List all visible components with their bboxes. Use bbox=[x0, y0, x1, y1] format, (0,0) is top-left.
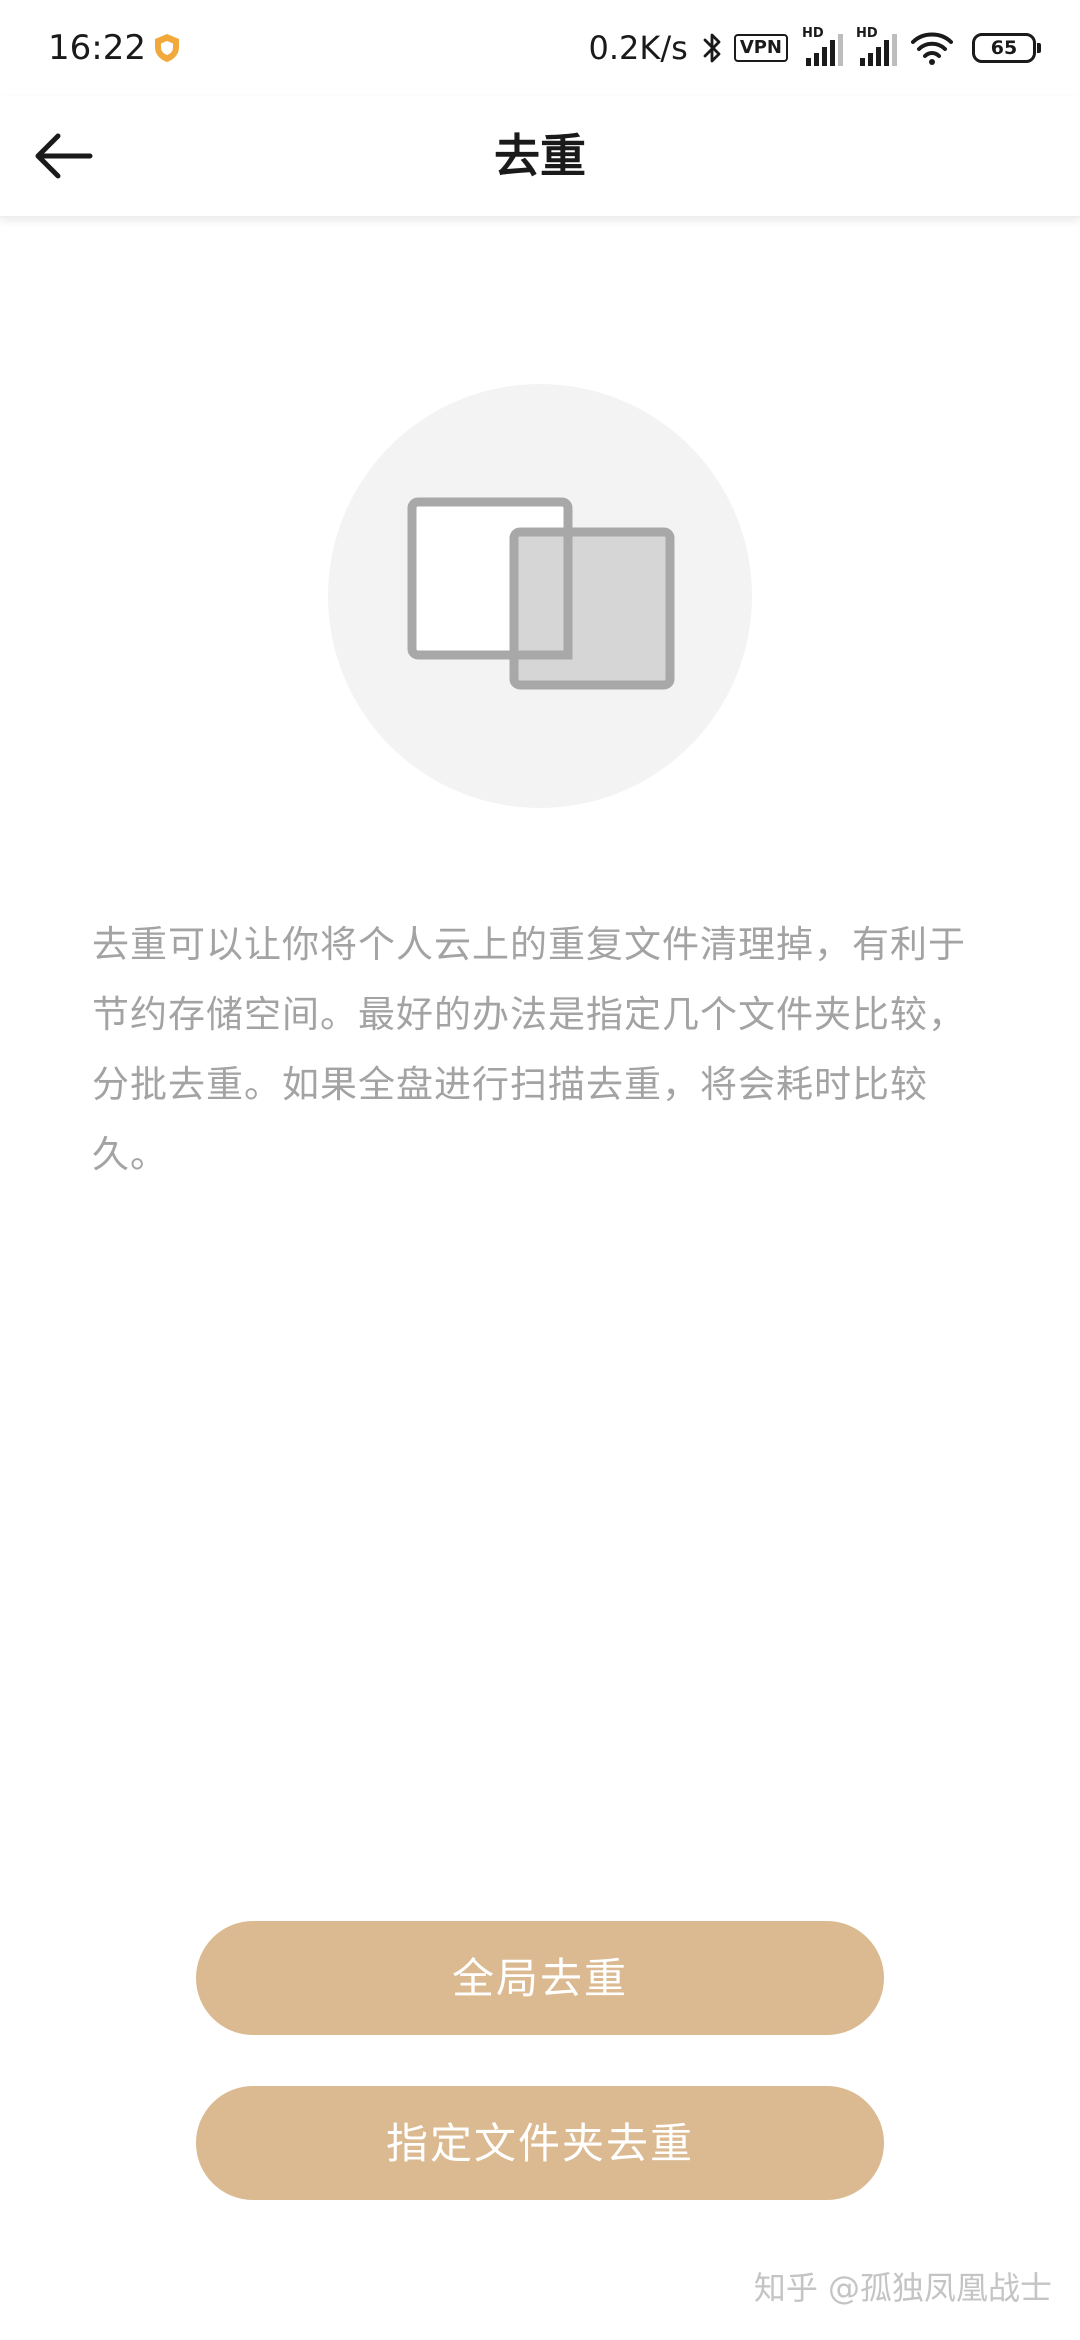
back-button[interactable] bbox=[30, 126, 100, 186]
duplicate-files-icon bbox=[407, 497, 675, 690]
watermark: 知乎 @孤独凤凰战士 bbox=[753, 2269, 1052, 2307]
bluetooth-icon bbox=[703, 33, 721, 63]
folder-dedupe-button[interactable]: 指定文件夹去重 bbox=[196, 2086, 884, 2200]
wifi-icon bbox=[911, 32, 953, 65]
vpn-badge: VPN bbox=[733, 34, 788, 62]
arrow-left-icon bbox=[35, 133, 93, 179]
battery-level: 65 bbox=[990, 37, 1018, 59]
screen: 16:22 0.2K/s VPN HD HD 65 去重 去重可以让你将个人云上… bbox=[0, 0, 1080, 2340]
battery-icon: 65 bbox=[972, 33, 1041, 63]
status-time: 16:22 bbox=[48, 28, 146, 68]
description-text: 去重可以让你将个人云上的重复文件清理掉，有利于节约存储空间。最好的办法是指定几个… bbox=[92, 923, 966, 1176]
signal-icon: HD bbox=[856, 26, 900, 68]
app-header: 去重 bbox=[0, 96, 1080, 217]
page-title: 去重 bbox=[494, 129, 586, 183]
global-dedupe-button[interactable]: 全局去重 bbox=[196, 1921, 884, 2035]
dedupe-illustration bbox=[328, 384, 752, 808]
status-bar: 16:22 0.2K/s VPN HD HD 65 bbox=[0, 0, 1080, 96]
status-right-group: 0.2K/s VPN HD HD 65 bbox=[588, 24, 1041, 72]
signal-icon: HD bbox=[802, 26, 846, 68]
shield-icon bbox=[155, 34, 179, 62]
network-speed: 0.2K/s bbox=[588, 29, 688, 67]
